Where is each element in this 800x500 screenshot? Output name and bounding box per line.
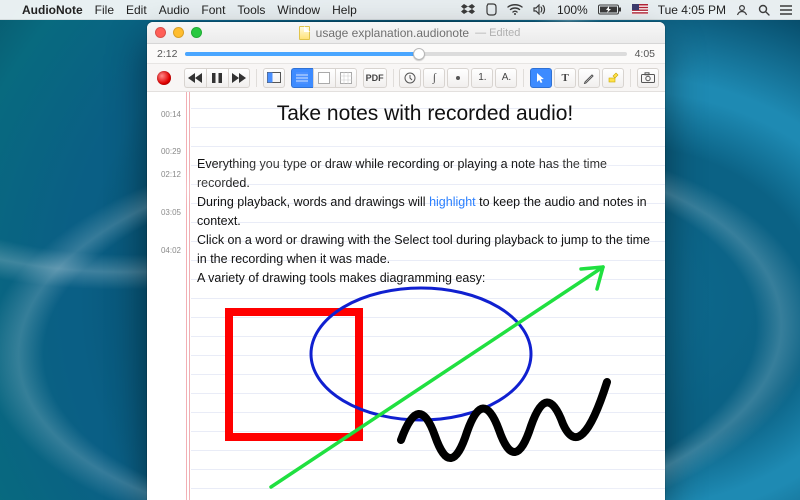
wifi-icon[interactable] bbox=[507, 4, 523, 15]
pen-tool-button[interactable] bbox=[578, 68, 600, 88]
battery-icon[interactable] bbox=[598, 4, 622, 15]
menu-edit[interactable]: Edit bbox=[126, 3, 147, 17]
note-entry[interactable]: Click on a word or drawing with the Sele… bbox=[197, 231, 653, 269]
playback-slider[interactable] bbox=[185, 52, 626, 56]
bullet-tool-button[interactable] bbox=[447, 68, 469, 88]
green-arrow-shape bbox=[271, 267, 603, 487]
note-entry[interactable]: During playback, words and drawings will… bbox=[197, 193, 653, 231]
entry-timestamp[interactable]: 00:14 bbox=[147, 110, 185, 119]
black-squiggle-shape bbox=[401, 382, 607, 458]
entry-timestamp[interactable]: 00:29 bbox=[147, 147, 185, 156]
paper-blank-button[interactable] bbox=[313, 68, 335, 88]
rewind-button[interactable] bbox=[184, 68, 206, 88]
export-pdf-button[interactable]: PDF bbox=[363, 68, 387, 88]
user-icon[interactable] bbox=[736, 4, 748, 16]
note-canvas[interactable]: 00:14 00:29 02:12 03:05 04:02 Take notes… bbox=[147, 92, 665, 500]
note-entry-text[interactable]: During playback, words and drawings will bbox=[197, 195, 429, 209]
integral-tool-button[interactable]: ∫ bbox=[423, 68, 445, 88]
highlight-word[interactable]: highlight bbox=[429, 195, 476, 209]
timestamp-tool-button[interactable] bbox=[399, 68, 421, 88]
highlighter-tool-button[interactable] bbox=[602, 68, 624, 88]
blue-ellipse-shape bbox=[311, 288, 531, 420]
menu-file[interactable]: File bbox=[95, 3, 114, 17]
paper-grid-button[interactable] bbox=[335, 68, 357, 88]
evernote-icon[interactable] bbox=[485, 3, 497, 16]
paper-lined-button[interactable] bbox=[291, 68, 313, 88]
lettered-list-button[interactable]: A. bbox=[495, 68, 517, 88]
sidebar-toggle-button[interactable] bbox=[263, 68, 285, 88]
flag-us-icon[interactable] bbox=[632, 4, 648, 15]
menu-help[interactable]: Help bbox=[332, 3, 357, 17]
close-button[interactable] bbox=[155, 27, 166, 38]
zoom-button[interactable] bbox=[191, 27, 202, 38]
document-title: usage explanation.audionote bbox=[316, 26, 469, 40]
toolbar: PDF ∫ 1. A. T bbox=[147, 64, 665, 92]
entry-timestamp[interactable]: 03:05 bbox=[147, 208, 185, 217]
playback-slider-thumb[interactable] bbox=[413, 48, 425, 60]
playback-timeline: 2:12 4:05 bbox=[147, 44, 665, 64]
note-entry[interactable]: A variety of drawing tools makes diagram… bbox=[197, 269, 653, 288]
note-title[interactable]: Take notes with recorded audio! bbox=[197, 98, 653, 136]
playhead-total-time: 4:05 bbox=[635, 48, 655, 60]
note-entry[interactable]: Everything you type or draw while record… bbox=[197, 155, 653, 193]
record-button[interactable] bbox=[153, 68, 175, 88]
pause-button[interactable] bbox=[206, 68, 228, 88]
red-square-shape bbox=[229, 312, 359, 437]
timestamp-margin bbox=[147, 92, 187, 500]
numbered-list-button[interactable]: 1. bbox=[471, 68, 493, 88]
text-tool-button[interactable]: T bbox=[554, 68, 576, 88]
menu-audio[interactable]: Audio bbox=[159, 3, 190, 17]
note-entry-text[interactable]: to keep the audio and notes in context. bbox=[197, 195, 647, 228]
window-titlebar[interactable]: usage explanation.audionote — Edited bbox=[147, 22, 665, 44]
playhead-current-time: 2:12 bbox=[157, 48, 177, 60]
dropbox-icon[interactable] bbox=[461, 4, 475, 16]
search-icon[interactable] bbox=[758, 4, 770, 16]
entry-timestamp[interactable]: 04:02 bbox=[147, 246, 185, 255]
desktop-wallpaper: AudioNote File Edit Audio Font Tools Win… bbox=[0, 0, 800, 500]
document-edited-label: — Edited bbox=[475, 27, 520, 39]
app-window: usage explanation.audionote — Edited 2:1… bbox=[147, 22, 665, 500]
select-tool-button[interactable] bbox=[530, 68, 552, 88]
document-icon bbox=[299, 26, 310, 40]
note-paper[interactable]: Take notes with recorded audio! Everythi… bbox=[191, 92, 665, 500]
menu-window[interactable]: Window bbox=[277, 3, 320, 17]
camera-tool-button[interactable] bbox=[637, 68, 659, 88]
mac-menubar: AudioNote File Edit Audio Font Tools Win… bbox=[0, 0, 800, 20]
minimize-button[interactable] bbox=[173, 27, 184, 38]
menu-tools[interactable]: Tools bbox=[237, 3, 265, 17]
menubar-clock[interactable]: Tue 4:05 PM bbox=[658, 3, 726, 17]
menu-font[interactable]: Font bbox=[201, 3, 225, 17]
menubar-app-name[interactable]: AudioNote bbox=[22, 3, 83, 17]
battery-percent-label: 100% bbox=[557, 3, 588, 17]
drawings-layer bbox=[191, 92, 665, 500]
menu-icon[interactable] bbox=[780, 5, 792, 15]
forward-button[interactable] bbox=[228, 68, 250, 88]
entry-timestamp[interactable]: 02:12 bbox=[147, 170, 185, 179]
volume-icon[interactable] bbox=[533, 4, 547, 15]
